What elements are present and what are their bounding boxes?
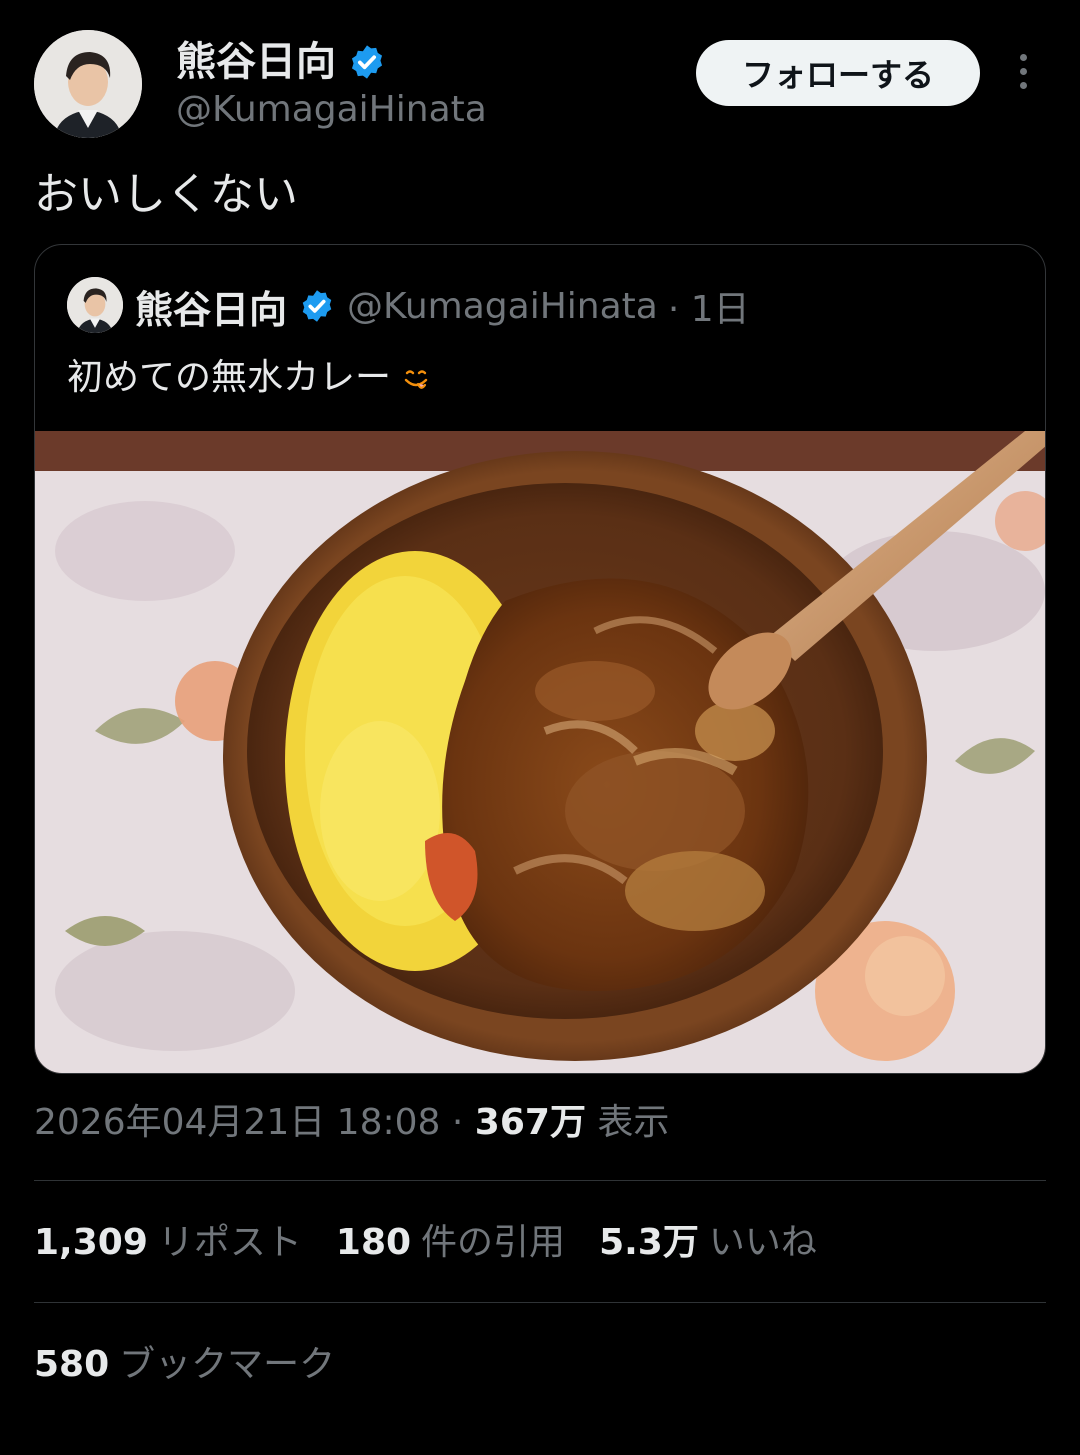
- bookmarks-count: 580: [34, 1344, 110, 1385]
- quoted-author-name: 熊谷日向: [135, 287, 288, 332]
- views-count: 367万: [474, 1102, 586, 1143]
- author-name[interactable]: 熊谷日向: [176, 38, 336, 86]
- quoted-tweet[interactable]: 熊谷日向 @KumagaiHinata · 1日 初めての無水カレー: [34, 244, 1046, 1074]
- quoted-text: 初めての無水カレー: [67, 357, 392, 398]
- reposts-label: リポスト: [157, 1222, 302, 1263]
- tweet-meta: 2026年04月21日 18:08 · 367万 表示: [34, 1098, 669, 1148]
- views-label: 表示: [597, 1102, 670, 1143]
- likes-count: 5.3万: [599, 1222, 699, 1263]
- meta-separator: ·: [451, 1102, 464, 1143]
- stat-reposts[interactable]: 1,309 リポスト: [34, 1218, 302, 1268]
- quoted-author-handle: @KumagaiHinata: [347, 285, 658, 327]
- quotes-label: 件の引用: [421, 1222, 566, 1263]
- quotes-count: 180: [335, 1222, 412, 1263]
- divider: [34, 1180, 1046, 1181]
- stat-likes[interactable]: 5.3万 いいね: [599, 1218, 817, 1268]
- engagement-stats: 1,309 リポスト 180 件の引用 5.3万 いいね: [34, 1218, 851, 1268]
- verified-badge-icon: [351, 45, 383, 79]
- stat-quotes[interactable]: 180 件の引用: [336, 1218, 565, 1268]
- more-options-icon[interactable]: [1012, 54, 1034, 94]
- likes-label: いいね: [708, 1222, 817, 1263]
- quoted-tweet-text: 初めての無水カレー: [67, 353, 431, 403]
- tweet-header: 熊谷日向 @KumagaiHinata フォローする: [34, 30, 1046, 140]
- verified-badge-icon: [302, 290, 332, 322]
- reposts-count: 1,309: [34, 1222, 148, 1263]
- timestamp[interactable]: 2026年04月21日 18:08: [34, 1102, 440, 1143]
- author-handle[interactable]: @KumagaiHinata: [176, 88, 487, 132]
- quoted-time: · 1日: [667, 289, 750, 330]
- bookmarks-label: ブックマーク: [119, 1344, 336, 1385]
- divider: [34, 1302, 1046, 1303]
- tweet-text: おいしくない: [34, 169, 298, 220]
- follow-button[interactable]: フォローする: [696, 40, 980, 106]
- stat-bookmarks[interactable]: 580 ブックマーク: [34, 1340, 335, 1390]
- face-savoring-food-icon: [404, 370, 428, 389]
- quoted-author-avatar: [67, 277, 123, 333]
- curry-photo[interactable]: [35, 431, 1046, 1074]
- author-avatar[interactable]: [34, 30, 142, 138]
